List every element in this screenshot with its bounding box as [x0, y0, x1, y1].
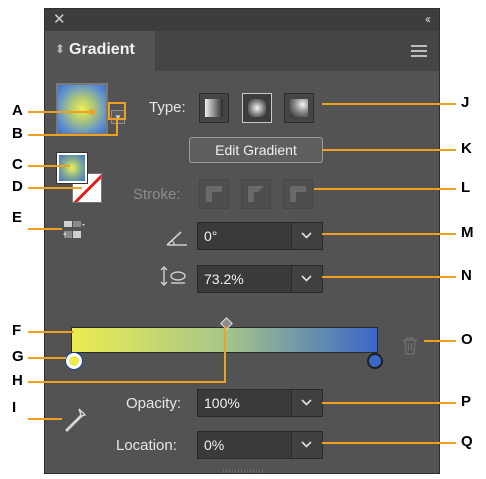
radial-gradient-icon — [248, 99, 266, 117]
leader-line-e — [28, 228, 62, 230]
callout-i: I — [12, 399, 17, 416]
opacity-label: Opacity: — [126, 395, 182, 412]
callout-q: Q — [461, 433, 473, 450]
angle-field[interactable]: 0° — [197, 222, 323, 250]
callout-m: M — [461, 224, 474, 241]
gradient-stop-start[interactable] — [66, 353, 82, 369]
aspect-ratio-dropdown-button[interactable] — [291, 266, 322, 292]
highlight-presets-dropdown — [108, 102, 126, 120]
leader-line-b-vertical — [116, 118, 118, 136]
chevron-down-icon — [301, 441, 312, 448]
aspect-ratio-icon — [160, 266, 186, 286]
stroke-along-button[interactable] — [241, 179, 271, 209]
collapse-icon[interactable]: ‹‹ — [425, 12, 431, 26]
panel-menu-icon[interactable] — [411, 45, 427, 57]
leader-line-n — [322, 276, 456, 278]
callout-o: O — [461, 331, 473, 348]
location-value: 0% — [204, 437, 225, 453]
type-label: Type: — [149, 99, 186, 116]
leader-line-l — [314, 188, 456, 190]
opacity-dropdown-button[interactable] — [291, 390, 322, 416]
panel-resize-grip[interactable] — [223, 469, 263, 473]
angle-icon — [166, 231, 187, 246]
callout-d: D — [12, 178, 23, 195]
angle-dropdown-button[interactable] — [291, 223, 322, 249]
fill-swatch[interactable] — [56, 152, 88, 184]
edit-gradient-button[interactable]: Edit Gradient — [189, 137, 323, 163]
reverse-gradient-icon[interactable] — [63, 220, 85, 240]
aspect-ratio-value: 73.2% — [204, 271, 244, 287]
leader-pin-a — [89, 109, 95, 115]
leader-line-i — [28, 418, 62, 420]
chevron-down-icon — [301, 399, 312, 406]
eyedropper-icon[interactable] — [65, 407, 87, 433]
callout-h: H — [12, 372, 23, 389]
callout-b: B — [12, 125, 23, 142]
callout-e: E — [12, 209, 23, 226]
chevron-down-icon — [301, 275, 312, 282]
gradient-stop-end[interactable] — [367, 353, 383, 369]
opacity-field[interactable]: 100% — [197, 389, 323, 417]
stroke-within-button[interactable] — [199, 179, 229, 209]
chevron-down-icon — [301, 232, 312, 239]
leader-line-k — [322, 149, 456, 151]
callout-k: K — [461, 140, 472, 157]
stroke-across-icon — [290, 186, 306, 202]
panel-expand-icon[interactable]: ⬍ — [55, 42, 65, 56]
location-label: Location: — [116, 437, 177, 454]
opacity-value: 100% — [204, 395, 240, 411]
leader-line-g — [28, 357, 66, 359]
callout-j: J — [461, 94, 470, 111]
callout-a: A — [12, 102, 23, 119]
close-icon[interactable]: ✕ — [53, 10, 66, 28]
stroke-within-icon — [206, 186, 222, 202]
stroke-across-button[interactable] — [283, 179, 313, 209]
location-dropdown-button[interactable] — [291, 432, 322, 458]
leader-line-a — [28, 111, 92, 113]
linear-gradient-icon — [205, 99, 223, 117]
callout-f: F — [12, 322, 22, 339]
freeform-gradient-icon — [290, 99, 308, 117]
tab-gradient-label: Gradient — [69, 41, 135, 58]
aspect-ratio-field[interactable]: 73.2% — [197, 265, 323, 293]
panel-titlebar: ✕ ‹‹ — [45, 9, 439, 31]
leader-line-m — [322, 233, 456, 235]
callout-g: G — [12, 348, 24, 365]
linear-gradient-button[interactable] — [199, 93, 229, 123]
freeform-gradient-button[interactable] — [284, 93, 314, 123]
tab-gradient[interactable]: ⬍ Gradient — [45, 31, 155, 71]
tab-row: ⬍ Gradient — [45, 31, 439, 71]
location-field[interactable]: 0% — [197, 431, 323, 459]
callout-n: N — [461, 267, 472, 284]
leader-line-f — [28, 331, 74, 333]
stroke-label: Stroke: — [133, 186, 181, 203]
leader-line-b — [28, 134, 118, 136]
angle-value: 0° — [204, 228, 218, 244]
callout-l: L — [461, 179, 471, 196]
leader-line-q — [322, 442, 456, 444]
leader-line-j — [322, 103, 456, 105]
leader-line-c — [28, 165, 70, 167]
gradient-panel: ✕ ‹‹ ⬍ Gradient ▼ Type: Edit Gradient St… — [44, 8, 440, 474]
leader-line-o — [424, 340, 456, 342]
stroke-along-icon — [248, 186, 264, 202]
leader-line-d — [28, 187, 82, 189]
callout-c: C — [12, 156, 23, 173]
radial-gradient-button[interactable] — [242, 93, 272, 123]
gradient-preview-swatch[interactable] — [56, 83, 108, 135]
leader-line-p — [322, 402, 456, 404]
leader-line-h-vertical — [224, 326, 226, 383]
callout-p: P — [461, 393, 472, 410]
delete-stop-icon[interactable] — [402, 337, 418, 355]
leader-line-h — [28, 381, 226, 383]
